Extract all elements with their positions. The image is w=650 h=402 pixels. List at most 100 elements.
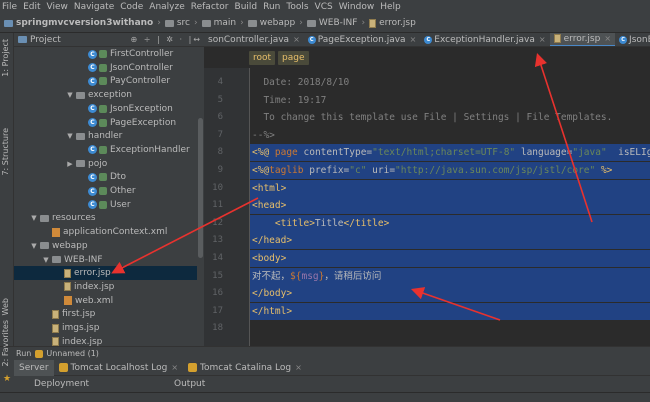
tree-item-label: PayController — [110, 76, 171, 87]
code-line: <body> — [250, 250, 650, 267]
line-number: 18 — [212, 323, 223, 334]
tree-item-label: webapp — [52, 240, 88, 251]
close-icon[interactable]: × — [295, 363, 302, 372]
tag-path-chip[interactable]: root — [249, 50, 276, 65]
code-token: <body> — [252, 253, 287, 264]
menu-item-tools[interactable]: Tools — [286, 2, 308, 12]
expand-arrow-icon[interactable]: ▼ — [66, 91, 74, 99]
tree-item[interactable]: C ExceptionHandler — [14, 143, 204, 157]
breadcrumb-item[interactable]: webapp › — [247, 18, 303, 28]
menu-item-edit[interactable]: Edit — [23, 2, 40, 12]
tree-item[interactable]: ▼ handler — [14, 129, 204, 143]
tree-item[interactable]: error.jsp — [14, 266, 204, 281]
editor-tab[interactable]: CJsonException.java× — [615, 33, 650, 46]
spring-icon — [99, 63, 107, 72]
code-line: </html> — [250, 302, 650, 320]
code-line: </head> — [250, 232, 650, 250]
tree-item[interactable]: C User — [14, 198, 204, 212]
tree-item[interactable]: ▶ pojo — [14, 157, 204, 171]
breadcrumb-separator: › — [193, 18, 198, 28]
tree-item[interactable]: imgs.jsp — [14, 321, 204, 335]
tree-item[interactable]: ▼ WEB-INF — [14, 253, 204, 267]
tree-item-label: User — [110, 199, 131, 210]
folder-icon — [306, 19, 316, 27]
tree-scrollbar-thumb[interactable] — [198, 118, 203, 258]
tree-item[interactable]: ▼ exception — [14, 88, 204, 102]
expand-arrow-icon[interactable]: ▼ — [30, 242, 38, 250]
menu-item-build[interactable]: Build — [235, 2, 258, 12]
menu-item-view[interactable]: View — [47, 2, 68, 12]
code-line: Date: 2018/8/10 — [250, 74, 650, 91]
run-tab[interactable]: Tomcat Localhost Log × — [54, 360, 184, 376]
tab-favorites[interactable]: 2: Favorites — [1, 320, 10, 366]
breadcrumb-item[interactable]: main › — [201, 18, 244, 28]
tree-item[interactable]: ▼ resources — [14, 211, 204, 225]
folder-icon — [52, 256, 61, 263]
tree-item[interactable]: index.jsp — [14, 280, 204, 294]
menu-item-code[interactable]: Code — [120, 2, 143, 12]
tag-path-chip[interactable]: page — [278, 50, 309, 65]
code-token: Time: 19:17 — [252, 94, 327, 106]
editor-tab[interactable]: error.jsp × — [549, 33, 616, 46]
close-icon[interactable]: × — [293, 35, 300, 44]
tree-item[interactable]: applicationContext.xml — [14, 225, 204, 239]
tree-item[interactable]: C JsonException — [14, 102, 204, 116]
run-tab[interactable]: Server — [14, 359, 54, 376]
editor-tab[interactable]: C ExceptionHandler.java × — [420, 33, 549, 46]
code-token: "text/html;charset=UTF-8" — [372, 147, 516, 159]
breadcrumb-label: WEB-INF — [318, 18, 358, 28]
tree-item[interactable]: C JsonController — [14, 61, 204, 75]
run-tab[interactable]: Tomcat Catalina Log × — [183, 360, 307, 376]
expand-arrow-icon[interactable]: ▼ — [42, 256, 50, 264]
breadcrumb-item[interactable]: src › — [164, 18, 198, 28]
menu-item-navigate[interactable]: Navigate — [74, 2, 114, 12]
editor-tab[interactable]: sonController.java × — [204, 33, 304, 46]
menu-item-vcs[interactable]: VCS — [315, 2, 333, 12]
breadcrumb-item[interactable]: WEB-INF › — [306, 18, 365, 28]
deployment-column: Deployment — [34, 379, 90, 389]
tomcat-icon — [58, 363, 68, 372]
deployment-header: Deployment Output — [14, 376, 650, 392]
tree-item[interactable]: C PayController — [14, 74, 204, 88]
run-tab-label: Tomcat Catalina Log — [200, 362, 292, 373]
tab-web[interactable]: Web — [1, 298, 10, 315]
tree-item-label: handler — [88, 131, 123, 142]
menu-item-run[interactable]: Run — [263, 2, 280, 12]
tree-item[interactable]: C Other — [14, 184, 204, 198]
close-icon[interactable]: × — [539, 35, 546, 44]
expand-arrow-icon[interactable]: ▼ — [30, 214, 38, 222]
menu-item-file[interactable]: File — [2, 2, 17, 12]
tree-item[interactable]: web.xml — [14, 294, 204, 308]
project-panel-header: Project ⊕ ÷ | ✲ · |↔ — [14, 33, 204, 47]
editor-tab[interactable]: C PageException.java × — [304, 33, 421, 46]
code-line: <head> — [250, 197, 650, 215]
menu-item-refactor[interactable]: Refactor — [191, 2, 229, 12]
tree-item[interactable]: ▼ webapp — [14, 239, 204, 253]
folder-icon — [76, 132, 85, 140]
tab-project[interactable]: 1: Project — [1, 39, 10, 77]
breadcrumb-item[interactable]: error.jsp — [369, 18, 416, 28]
close-icon[interactable]: × — [604, 34, 611, 43]
code-token: <html> — [252, 182, 287, 194]
menu-item-help[interactable]: Help — [380, 2, 401, 12]
spring-icon — [99, 145, 107, 154]
expand-arrow-icon[interactable]: ▼ — [66, 132, 74, 140]
menu-item-window[interactable]: Window — [339, 2, 375, 12]
star-icon[interactable]: ★ — [3, 374, 11, 384]
project-panel-tools[interactable]: ⊕ ÷ | ✲ · |↔ — [131, 35, 204, 44]
tree-item[interactable]: C Dto — [14, 170, 204, 184]
tree-item[interactable]: first.jsp — [14, 307, 204, 321]
code-token: </head> — [252, 235, 293, 247]
spring-icon — [99, 173, 107, 182]
expand-arrow-icon[interactable]: ▶ — [66, 160, 74, 168]
run-config-name[interactable]: Unnamed (1) — [46, 349, 99, 358]
breadcrumb-item[interactable]: springmvcversion3withano › — [4, 18, 161, 28]
menu-item-analyze[interactable]: Analyze — [149, 2, 184, 12]
close-icon[interactable]: × — [410, 35, 417, 44]
code-editor[interactable]: Date: 2018/8/10 Time: 19:17 To change th… — [250, 68, 650, 346]
tab-structure[interactable]: 7: Structure — [1, 128, 10, 176]
close-icon[interactable]: × — [171, 363, 178, 372]
tree-item[interactable]: C FirstController — [14, 47, 204, 61]
tree-item[interactable]: C PageException — [14, 116, 204, 130]
